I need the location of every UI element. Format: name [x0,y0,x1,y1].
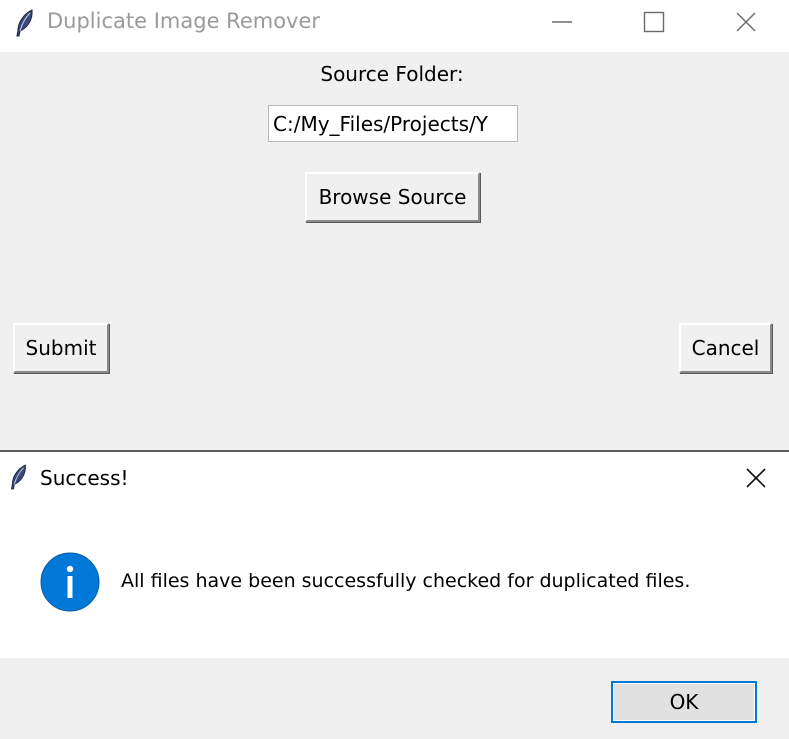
feather-icon [16,9,33,37]
dialog-message: All files have been successfully checked… [121,570,691,592]
maximize-icon [643,11,665,33]
close-icon [746,468,766,488]
maximize-button[interactable] [624,0,684,44]
minimize-button[interactable] [532,0,592,44]
source-folder-input[interactable] [268,105,518,142]
source-folder-label: Source Folder: [320,62,464,86]
dialog-close-button[interactable] [733,458,779,498]
close-icon [736,12,756,32]
ok-button[interactable]: OK [611,681,757,723]
close-button[interactable] [716,0,776,44]
minimize-icon [552,21,572,23]
info-icon [40,552,100,612]
dialog-title: Success! [40,466,129,490]
main-window: Duplicate Image Remover Source Folder: B… [0,0,789,452]
feather-icon [11,464,26,490]
submit-button[interactable]: Submit [13,323,109,373]
success-dialog: Success! All files have been successfull… [0,450,789,739]
browse-source-button[interactable]: Browse Source [305,172,480,222]
cancel-button[interactable]: Cancel [679,323,772,373]
window-title: Duplicate Image Remover [47,9,321,33]
title-bar[interactable]: Duplicate Image Remover [0,0,789,52]
dialog-footer: OK [0,658,789,739]
